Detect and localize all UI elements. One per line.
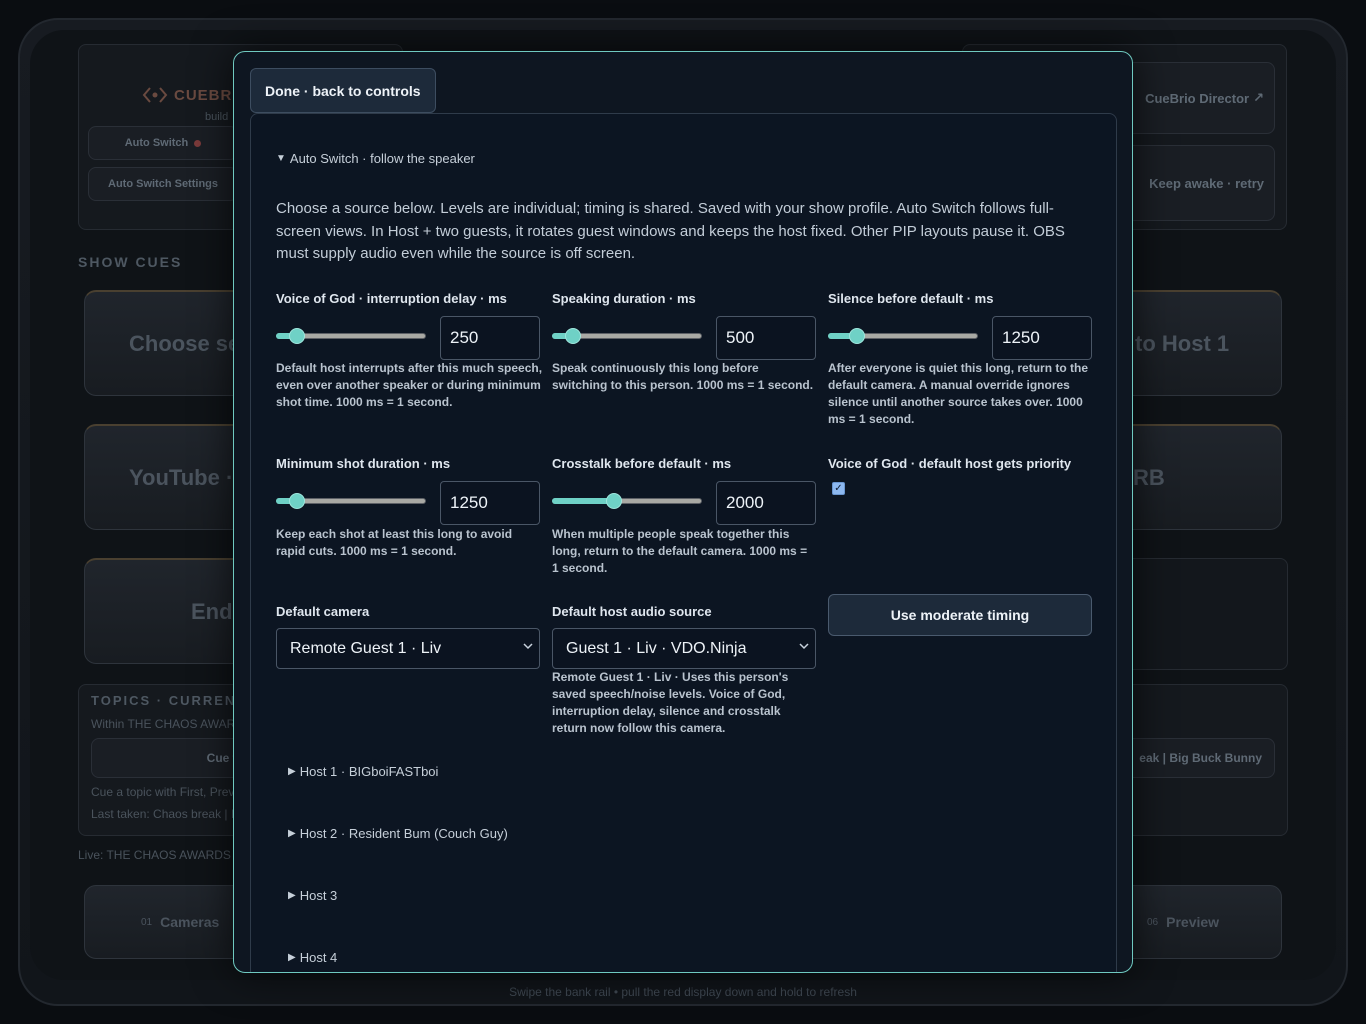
done-button[interactable]: Done · back to controls — [250, 68, 436, 113]
host-1-label: Host 1 · BIGboiFASTboi — [299, 764, 439, 779]
vog-priority-checkbox[interactable]: ✓ — [832, 482, 845, 495]
cue-end-label: End — [191, 598, 233, 624]
settings-content: ▼ Auto Switch · follow the speaker Choos… — [250, 113, 1117, 972]
host-2-toggle[interactable]: ▶ Host 2 · Resident Bum (Couch Guy) — [288, 826, 508, 841]
vog-delay-help: Default host interrupts after this much … — [276, 361, 543, 409]
show-cues-title: SHOW CUES — [78, 254, 183, 270]
status-dot — [194, 139, 202, 147]
topics-hint: Cue a topic with First, Prev — [91, 785, 235, 799]
cuebrio-logo-icon — [142, 87, 168, 103]
topics-within: Within THE CHAOS AWAR — [91, 717, 236, 731]
crosstalk-slider[interactable] — [552, 491, 702, 511]
host-2-label: Host 2 · Resident Bum (Couch Guy) — [299, 826, 508, 841]
cue-youtube-label: YouTube · — [129, 464, 234, 490]
keep-awake-button[interactable]: Keep awake · retry — [1120, 145, 1275, 221]
default-audio-help: Remote Guest 1 · Liv · Uses this person'… — [552, 670, 789, 735]
default-audio-label: Default host audio source — [552, 604, 712, 619]
default-camera-select[interactable]: Remote Guest 1 · Liv — [276, 628, 540, 669]
chevron-down-icon — [799, 643, 809, 650]
caret-right-icon: ▶ — [288, 952, 296, 963]
min-shot-help: Keep each shot at least this long to avo… — [276, 527, 513, 558]
last-taken: Last taken: Chaos break | I — [91, 807, 235, 821]
min-shot-input[interactable] — [440, 481, 540, 525]
bank-preview-num: 06 — [1147, 916, 1159, 928]
host-3-label: Host 3 — [299, 888, 338, 903]
crosstalk-help: When multiple people speak together this… — [552, 527, 808, 575]
external-link-icon: ↗ — [1253, 90, 1264, 105]
vog-delay-slider[interactable] — [276, 326, 426, 346]
auto-switch-settings-label: Auto Switch Settings — [108, 178, 218, 190]
speaking-input[interactable] — [716, 316, 816, 360]
speaking-slider[interactable] — [552, 326, 702, 346]
auto-switch-settings-button[interactable]: Auto Switch Settings — [88, 167, 238, 201]
host-1-toggle[interactable]: ▶ Host 1 · BIGboiFASTboi — [288, 764, 438, 779]
speaking-help: Speak continuously this long before swit… — [552, 361, 814, 392]
default-camera-label: Default camera — [276, 604, 370, 619]
cuebrio-logo: CUEBRI — [142, 82, 238, 108]
auto-switch-label: Auto Switch — [124, 137, 189, 149]
silence-label: Silence before default · ms — [828, 291, 994, 306]
crosstalk-label: Crosstalk before default · ms — [552, 456, 732, 471]
silence-help: After everyone is quiet this long, retur… — [828, 361, 1089, 426]
keep-awake-label: Keep awake · retry — [1149, 175, 1264, 191]
break-button[interactable]: eak | Big Buck Bunny — [1115, 738, 1275, 778]
cue-to-host-label: to Host 1 — [1135, 330, 1230, 356]
min-shot-slider[interactable] — [276, 491, 426, 511]
auto-switch-section-toggle[interactable]: ▼ Auto Switch · follow the speaker — [276, 151, 475, 166]
bank-cameras-num: 01 — [141, 916, 153, 928]
caret-right-icon: ▶ — [288, 890, 296, 901]
crosstalk-input[interactable] — [716, 481, 816, 525]
cue-choose-label: Choose se — [129, 330, 241, 356]
bank-preview-label: Preview — [1166, 914, 1220, 930]
director-label: CueBrio Director — [1145, 90, 1250, 106]
moderate-timing-button[interactable]: Use moderate timing — [828, 594, 1092, 636]
caret-right-icon: ▶ — [288, 766, 296, 777]
checkmark-icon: ✓ — [834, 483, 843, 494]
live-label: Live: THE CHAOS AWARDS — [78, 848, 231, 862]
section-title: Auto Switch · follow the speaker — [289, 151, 475, 166]
director-link[interactable]: CueBrio Director ↗ — [1120, 62, 1275, 134]
default-audio-value: Guest 1 · Liv · VDO.Ninja — [566, 639, 747, 657]
cue-first-button[interactable]: Cue fi — [91, 738, 251, 778]
chevron-down-icon — [523, 643, 533, 650]
host-4-label: Host 4 — [299, 950, 338, 965]
silence-slider[interactable] — [828, 326, 978, 346]
auto-switch-settings-modal: Done · back to controls ▼ Auto Switch · … — [233, 51, 1133, 973]
vog-priority-label: Voice of God · default host gets priorit… — [828, 456, 1072, 471]
default-camera-value: Remote Guest 1 · Liv — [290, 639, 442, 657]
speaking-label: Speaking duration · ms — [552, 291, 696, 306]
auto-switch-toggle[interactable]: Auto Switch — [88, 126, 238, 160]
logo-text: CUEBRI — [174, 86, 238, 104]
break-label: eak | Big Buck Bunny — [1139, 751, 1262, 765]
cue-rb-label: RB — [1133, 464, 1165, 490]
intro-text: Choose a source below. Levels are indivi… — [276, 200, 1065, 262]
bank-cameras-label: Cameras — [160, 914, 220, 930]
min-shot-label: Minimum shot duration · ms — [276, 456, 451, 471]
host-3-toggle[interactable]: ▶ Host 3 — [288, 888, 337, 903]
default-audio-select[interactable]: Guest 1 · Liv · VDO.Ninja — [552, 628, 816, 669]
caret-right-icon: ▶ — [288, 828, 296, 839]
caret-down-icon: ▼ — [276, 153, 286, 164]
vog-delay-label: Voice of God · interruption delay · ms — [276, 291, 507, 306]
footer-hint: Swipe the bank rail • pull the red displ… — [509, 985, 857, 999]
logo-sub: build — [205, 111, 229, 123]
vog-delay-input[interactable] — [440, 316, 540, 360]
host-4-toggle[interactable]: ▶ Host 4 — [288, 950, 337, 965]
silence-input[interactable] — [992, 316, 1092, 360]
